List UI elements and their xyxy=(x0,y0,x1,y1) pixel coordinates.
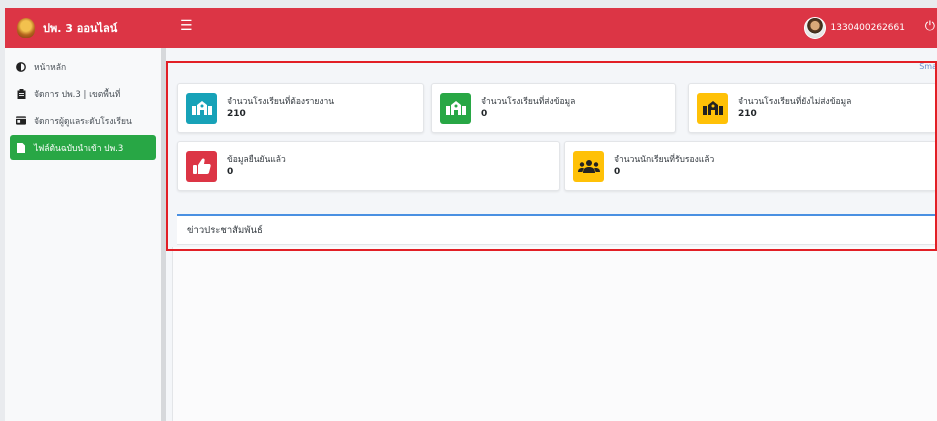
school-icon xyxy=(702,101,723,115)
avatar[interactable] xyxy=(803,17,826,39)
sidebar-item-label: จัดการ ปพ.3 | เขตพื้นที่ xyxy=(34,89,121,100)
users-icon xyxy=(577,160,600,173)
user-id: 1330400262661 xyxy=(830,23,905,33)
stat-card-schools-not-submitted[interactable]: จำนวนโรงเรียนที่ยังไม่ส่งข้อมูล 210 xyxy=(688,83,937,133)
school-icon xyxy=(445,101,466,115)
stat-value: 0 xyxy=(227,167,234,177)
clipboard-icon xyxy=(16,88,26,99)
user-menu[interactable]: 1330400262661 xyxy=(803,17,905,39)
content-panel xyxy=(172,247,937,421)
sidebar: หน้าหลัก จัดการ ปพ.3 | เขตพื้นที่ จัดการ… xyxy=(5,48,166,421)
stat-icon-box xyxy=(186,92,217,124)
menu-toggle-icon[interactable]: ☰ xyxy=(180,19,193,33)
file-icon xyxy=(16,142,26,153)
school-icon xyxy=(191,101,212,115)
stat-icon-box xyxy=(186,150,217,182)
sidebar-item-label: ไฟล์ต้นฉบับนำเข้า ปพ.3 xyxy=(34,143,124,154)
news-title: ข่าวประชาสัมพันธ์ xyxy=(187,225,263,236)
half-circle-icon xyxy=(16,61,26,72)
stat-card-students-certified[interactable]: จำนวนนักเรียนที่รับรองแล้ว 0 xyxy=(564,141,937,191)
stat-card-data-confirmed[interactable]: ข้อมูลยืนยันแล้ว 0 xyxy=(177,141,560,191)
stat-value: 210 xyxy=(738,109,757,119)
stat-label: จำนวนนักเรียนที่รับรองแล้ว xyxy=(614,155,715,165)
power-icon[interactable]: ⏻ xyxy=(925,19,935,34)
sidebar-item-manage-district[interactable]: จัดการ ปพ.3 | เขตพื้นที่ xyxy=(10,81,156,106)
brand-title: ปพ. 3 ออนไลน์ xyxy=(43,22,118,35)
sidebar-item-home[interactable]: หน้าหลัก xyxy=(10,54,156,79)
stat-label: ข้อมูลยืนยันแล้ว xyxy=(227,155,286,165)
topbar: ☰ 1330400262661 ⏻ xyxy=(166,8,937,48)
sidebar-item-school-admins[interactable]: จัดการผู้ดูแลระดับโรงเรียน xyxy=(10,108,156,133)
thumbs-up-icon xyxy=(192,158,211,174)
stat-label: จำนวนโรงเรียนที่ยังไม่ส่งข้อมูล xyxy=(738,97,852,107)
sidebar-item-label: หน้าหลัก xyxy=(34,62,67,73)
stat-value: 0 xyxy=(614,167,621,177)
stat-icon-box xyxy=(440,92,471,124)
stat-icon-box xyxy=(697,92,728,124)
stat-card-schools-to-report[interactable]: จำนวนโรงเรียนที่ต้องรายงาน 210 xyxy=(177,83,424,133)
corner-text: Sma xyxy=(919,62,937,71)
sidebar-item-import-files[interactable]: ไฟล์ต้นฉบับนำเข้า ปพ.3 xyxy=(10,135,156,160)
sidebar-item-label: จัดการผู้ดูแลระดับโรงเรียน xyxy=(34,116,132,127)
stat-value: 0 xyxy=(481,109,488,119)
id-card-icon xyxy=(16,116,26,126)
stat-label: จำนวนโรงเรียนที่ส่งข้อมูล xyxy=(481,97,576,107)
news-panel: ข่าวประชาสัมพันธ์ xyxy=(177,214,937,245)
stat-card-schools-submitted[interactable]: จำนวนโรงเรียนที่ส่งข้อมูล 0 xyxy=(431,83,676,133)
stat-label: จำนวนโรงเรียนที่ต้องรายงาน xyxy=(227,97,335,107)
stat-icon-box xyxy=(573,150,604,182)
sidebar-nav: หน้าหลัก จัดการ ปพ.3 | เขตพื้นที่ จัดการ… xyxy=(5,48,161,160)
stat-value: 210 xyxy=(227,109,246,119)
logo-icon xyxy=(17,18,35,38)
brand[interactable]: ปพ. 3 ออนไลน์ xyxy=(5,8,166,48)
